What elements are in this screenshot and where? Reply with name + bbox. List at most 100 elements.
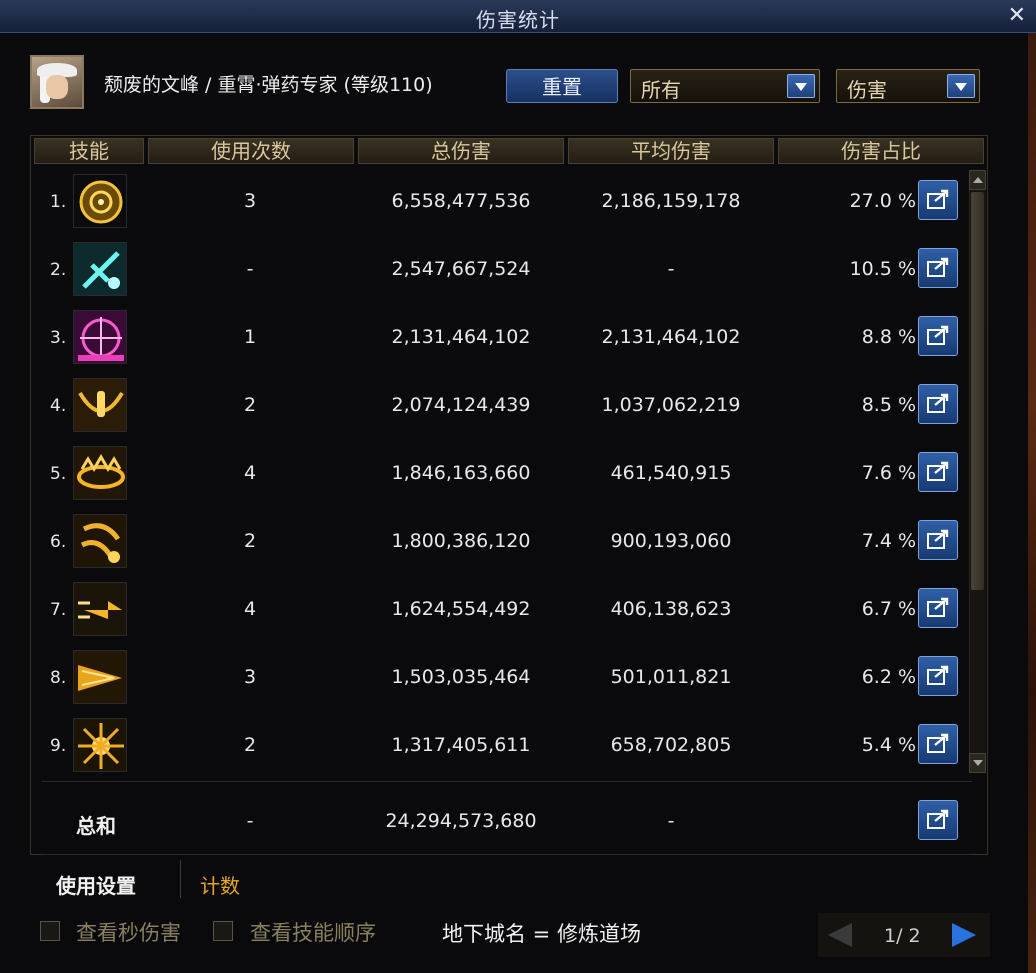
turret-icon xyxy=(73,242,127,296)
share-button[interactable] xyxy=(918,248,958,288)
cell-uses: 4 xyxy=(243,598,257,620)
share-icon xyxy=(927,529,949,549)
next-page-icon[interactable] xyxy=(952,923,976,947)
cell-avg-damage: 2,131,464,102 xyxy=(601,326,741,348)
share-button[interactable] xyxy=(918,588,958,628)
character-name: 颓废的文峰 / 重霄·弹药专家 (等级110) xyxy=(104,74,433,96)
cell-damage-share: 5.4 % xyxy=(861,734,916,756)
burst-ring-icon xyxy=(73,446,127,500)
cell-damage-share: 10.5 % xyxy=(849,258,916,280)
table-row[interactable]: 8. 3 1,503,035,464 501,011,821 6.2 % xyxy=(36,646,961,714)
cell-total-damage: 2,547,667,524 xyxy=(391,258,531,280)
cell-avg-damage: 900,193,060 xyxy=(610,530,732,552)
cell-uses: 2 xyxy=(243,734,257,756)
cell-avg-damage: 461,540,915 xyxy=(610,462,732,484)
cell-avg-damage: 658,702,805 xyxy=(610,734,732,756)
dungeon-name: 地下城名 = 修炼道场 xyxy=(442,922,641,946)
share-button[interactable] xyxy=(918,180,958,220)
chevron-down-icon[interactable] xyxy=(947,74,975,98)
col-header-skill[interactable]: 技能 xyxy=(34,138,144,164)
tab-divider xyxy=(180,860,181,898)
checkbox-skill-order-label[interactable]: 查看技能顺序 xyxy=(250,917,376,947)
chevron-down-icon[interactable] xyxy=(787,74,815,98)
table-row[interactable]: 9. 2 1,317,405,611 658,702,805 5.4 % xyxy=(36,714,961,782)
cell-damage-share: 7.4 % xyxy=(861,530,916,552)
share-icon xyxy=(927,257,949,277)
row-rank: 2. xyxy=(50,260,67,280)
tab-count[interactable]: 计数 xyxy=(200,870,240,899)
share-button[interactable] xyxy=(918,452,958,492)
share-summary-button[interactable] xyxy=(918,800,958,840)
background-edge xyxy=(1028,30,1036,973)
share-button[interactable] xyxy=(918,316,958,356)
flame-shot-icon xyxy=(73,650,127,704)
scroll-up-button[interactable] xyxy=(969,170,986,190)
scrollbar-thumb[interactable] xyxy=(971,192,984,590)
bullet-icon xyxy=(73,582,127,636)
share-button[interactable] xyxy=(918,520,958,560)
table-row[interactable]: 1. 3 6,558,477,536 2,186,159,178 27.0 % xyxy=(36,170,961,238)
filter-metric-value: 伤害 xyxy=(847,78,887,102)
row-rank: 9. xyxy=(50,736,67,756)
table-row[interactable]: 5. 4 1,846,163,660 461,540,915 7.6 % xyxy=(36,442,961,510)
share-icon xyxy=(927,733,949,753)
share-button[interactable] xyxy=(918,724,958,764)
col-header-avg[interactable]: 平均伤害 xyxy=(568,138,774,164)
summary-label: 总和 xyxy=(76,814,116,838)
row-rank: 3. xyxy=(50,328,67,348)
window-title: 伤害统计 xyxy=(476,8,560,32)
table-row[interactable]: 2. - 2,547,667,524 - 10.5 % xyxy=(36,238,961,306)
tab-usage-settings[interactable]: 使用设置 xyxy=(56,870,136,899)
cell-total-damage: 1,846,163,660 xyxy=(391,462,531,484)
title-bar[interactable]: 伤害统计 ✕ xyxy=(0,0,1036,33)
grenade-icon xyxy=(73,514,127,568)
cell-avg-damage: 406,138,623 xyxy=(610,598,732,620)
col-header-total[interactable]: 总伤害 xyxy=(358,138,564,164)
prev-page-icon[interactable] xyxy=(828,923,852,947)
checkbox-dps-label[interactable]: 查看秒伤害 xyxy=(76,917,181,947)
cell-total-damage: 2,131,464,102 xyxy=(391,326,531,348)
reset-button[interactable]: 重置 xyxy=(506,69,618,103)
close-icon[interactable]: ✕ xyxy=(1008,3,1026,28)
cell-uses: 3 xyxy=(243,190,257,212)
row-rank: 6. xyxy=(50,532,67,552)
page-indicator: 1/ 2 xyxy=(884,925,921,947)
cell-avg-damage: 501,011,821 xyxy=(610,666,732,688)
cell-uses: 3 xyxy=(243,666,257,688)
summary-uses: - xyxy=(246,810,254,832)
avatar xyxy=(30,55,84,109)
filter-dropdown-scope[interactable]: 所有 xyxy=(630,69,820,103)
cell-damage-share: 7.6 % xyxy=(861,462,916,484)
cell-avg-damage: 1,037,062,219 xyxy=(601,394,741,416)
target-icon xyxy=(73,310,127,364)
col-header-uses[interactable]: 使用次数 xyxy=(148,138,354,164)
cell-total-damage: 1,503,035,464 xyxy=(391,666,531,688)
cell-total-damage: 1,317,405,611 xyxy=(391,734,531,756)
row-rank: 4. xyxy=(50,396,67,416)
cell-damage-share: 8.8 % xyxy=(861,326,916,348)
cell-avg-damage: 2,186,159,178 xyxy=(601,190,741,212)
checkbox-dps[interactable] xyxy=(40,921,60,941)
scroll-down-button[interactable] xyxy=(969,753,986,773)
cell-damage-share: 6.7 % xyxy=(861,598,916,620)
col-header-pct[interactable]: 伤害占比 xyxy=(778,138,984,164)
cell-uses: 1 xyxy=(243,326,257,348)
share-icon xyxy=(927,325,949,345)
share-icon xyxy=(927,809,949,829)
share-button[interactable] xyxy=(918,384,958,424)
share-button[interactable] xyxy=(918,656,958,696)
cell-uses: 2 xyxy=(243,394,257,416)
share-icon xyxy=(927,597,949,617)
table-row[interactable]: 6. 2 1,800,386,120 900,193,060 7.4 % xyxy=(36,510,961,578)
row-rank: 7. xyxy=(50,600,67,620)
row-rank: 5. xyxy=(50,464,67,484)
table-row[interactable]: 3. 1 2,131,464,102 2,131,464,102 8.8 % xyxy=(36,306,961,374)
table-row[interactable]: 4. 2 2,074,124,439 1,037,062,219 8.5 % xyxy=(36,374,961,442)
table-row[interactable]: 7. 4 1,624,554,492 406,138,623 6.7 % xyxy=(36,578,961,646)
checkbox-skill-order[interactable] xyxy=(213,921,233,941)
divider xyxy=(42,854,972,855)
filter-scope-value: 所有 xyxy=(641,78,681,102)
summary-avg: - xyxy=(667,810,675,832)
share-icon xyxy=(927,461,949,481)
filter-dropdown-metric[interactable]: 伤害 xyxy=(836,69,980,103)
